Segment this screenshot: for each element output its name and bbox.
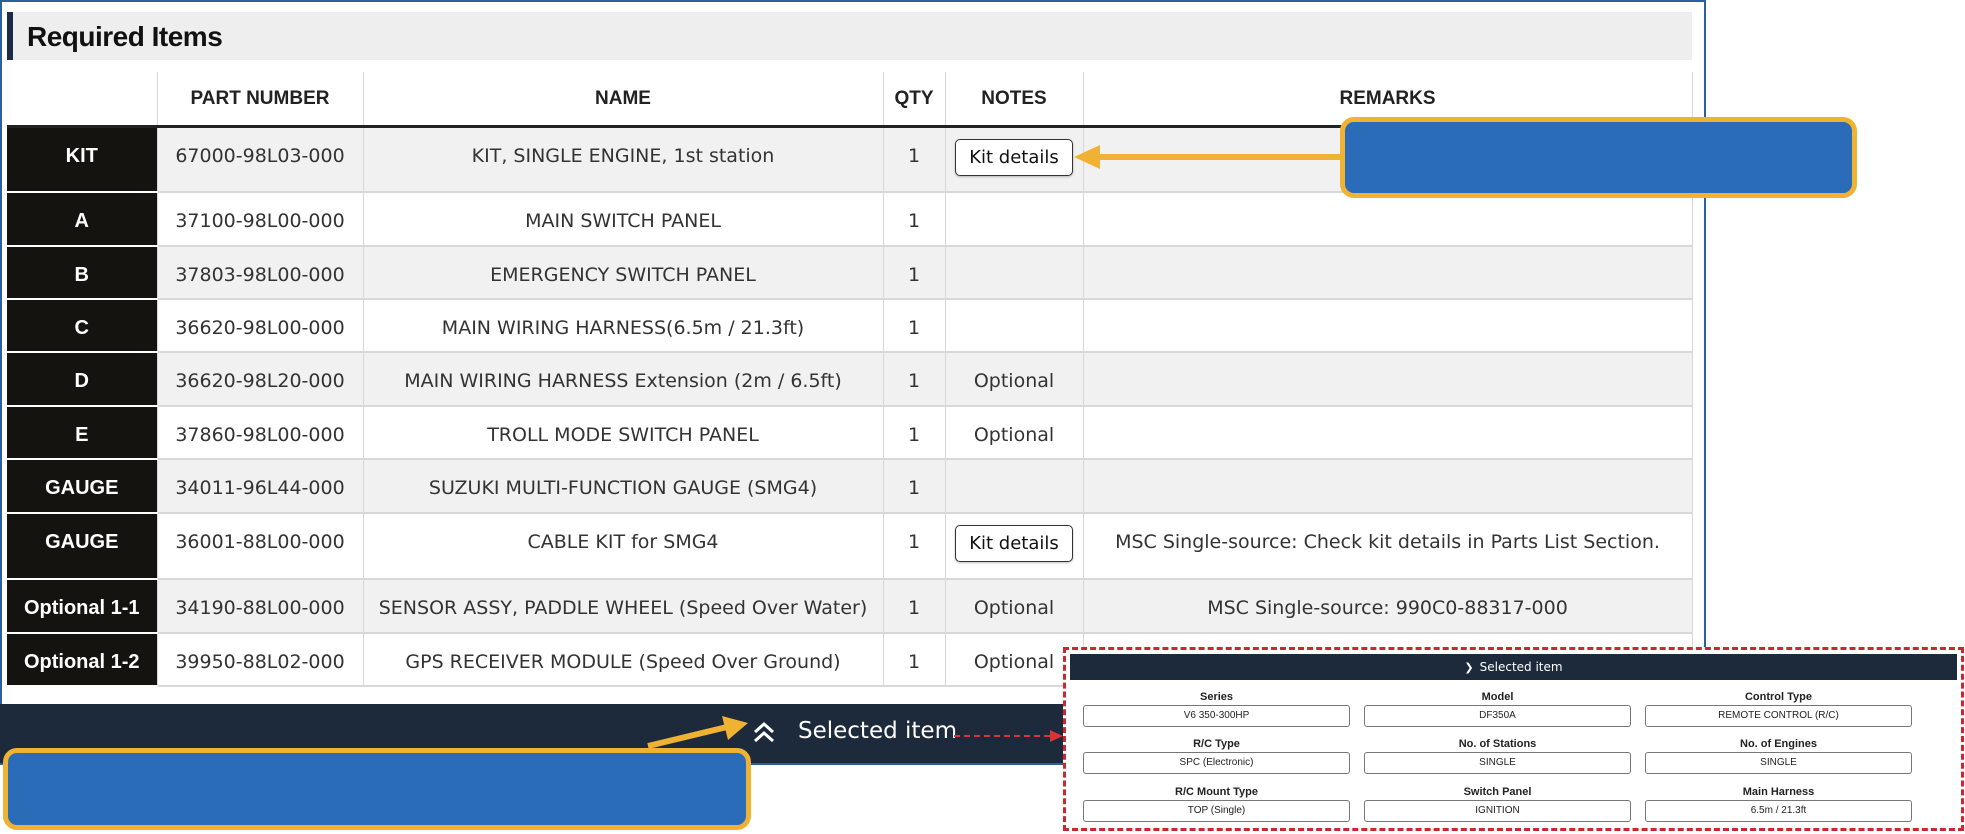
engines-label: No. of Engines <box>1740 738 1817 750</box>
panel-connector-head <box>1050 730 1063 742</box>
series-field[interactable]: V6 350-300HP <box>1083 705 1350 727</box>
series-label: Series <box>1199 691 1234 703</box>
control-type-field[interactable]: REMOTE CONTROL (R/C) <box>1645 705 1912 727</box>
control-type-label: Control Type <box>1744 691 1812 703</box>
selected-item-panel: ❯ Selected item Series V6 350-300HP Model… <box>1063 647 1964 831</box>
rc-type-field[interactable]: SPC (Electronic) <box>1083 752 1350 774</box>
switch-panel-field[interactable]: IGNITION <box>1364 800 1631 822</box>
main-harness-field[interactable]: 6.5m / 21.3ft <box>1645 800 1912 822</box>
model-field[interactable]: DF350A <box>1364 705 1631 727</box>
switch-panel-label: Switch Panel <box>1463 786 1532 798</box>
chevrons-down-icon: ❯ <box>1464 661 1474 674</box>
model-label: Model <box>1481 691 1514 703</box>
selected-item-panel-header[interactable]: ❯ Selected item <box>1070 654 1957 680</box>
selected-item-panel-title: Selected item <box>1479 660 1563 674</box>
stations-field[interactable]: SINGLE <box>1364 752 1631 774</box>
engines-field[interactable]: SINGLE <box>1645 752 1912 774</box>
rc-type-label: R/C Type <box>1193 738 1240 750</box>
stations-label: No. of Stations <box>1458 738 1537 750</box>
rc-mount-type-label: R/C Mount Type <box>1175 786 1258 798</box>
callout-arrow-head <box>1074 145 1100 169</box>
callout-arrow-line <box>647 724 728 749</box>
callout-arrow-head <box>722 716 748 740</box>
rc-mount-type-field[interactable]: TOP (Single) <box>1083 800 1350 822</box>
main-harness-label: Main Harness <box>1742 786 1815 798</box>
